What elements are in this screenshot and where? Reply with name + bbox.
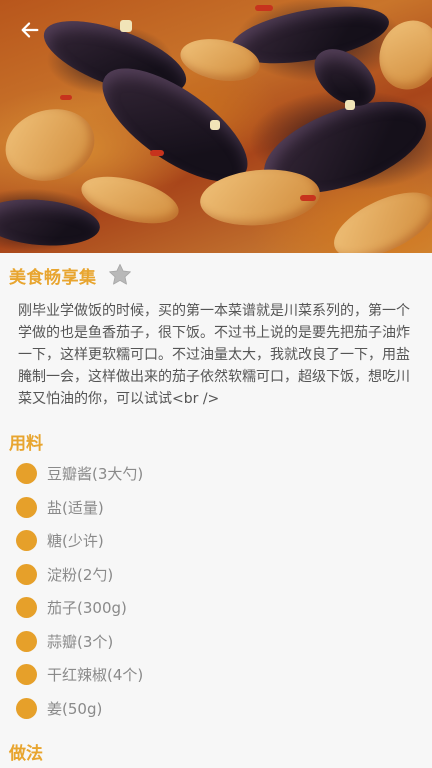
ingredient-item: 蒜瓣(3个): [16, 625, 416, 659]
recipe-intro: 刚毕业学做饭的时候，买的第一本菜谱就是川菜系列的，第一个学做的也是鱼香茄子，很下…: [18, 303, 410, 407]
ingredient-label: 姜(50g): [47, 699, 103, 718]
ingredient-label: 淀粉(2勺): [47, 565, 114, 584]
bullet-dot-icon: [16, 597, 37, 619]
ingredient-label: 蒜瓣(3个): [47, 632, 114, 651]
bullet-dot-icon: [16, 563, 37, 585]
bullet-dot-icon: [16, 463, 37, 485]
bullet-dot-icon: [16, 630, 37, 652]
ingredient-label: 茄子(300g): [47, 599, 127, 618]
ingredient-label: 糖(少许): [47, 532, 104, 551]
bullet-dot-icon: [16, 496, 37, 518]
ingredient-label: 豆瓣酱(3大勺): [47, 465, 144, 484]
ingredient-list: 豆瓣酱(3大勺) 盐(适量) 糖(少许) 淀粉(2勺) 茄子(300g) 蒜瓣(…: [16, 457, 416, 725]
ingredient-item: 姜(50g): [16, 692, 416, 726]
star-icon: [108, 263, 131, 285]
ingredient-item: 淀粉(2勺): [16, 558, 416, 592]
recipe-title: 美食畅享集: [9, 267, 97, 288]
ingredient-label: 盐(适量): [47, 498, 104, 517]
bullet-dot-icon: [16, 664, 37, 686]
recipe-hero-image: [0, 0, 432, 253]
bullet-dot-icon: [16, 530, 37, 552]
ingredient-item: 豆瓣酱(3大勺): [16, 457, 416, 491]
ingredient-item: 茄子(300g): [16, 591, 416, 625]
method-heading: 做法: [9, 744, 43, 764]
ingredient-item: 盐(适量): [16, 491, 416, 525]
recipe-detail-page: 美食畅享集 刚毕业学做饭的时候，买的第一本菜谱就是川菜系列的，第一个学做的也是鱼…: [0, 0, 432, 768]
favorite-button[interactable]: [107, 262, 133, 288]
arrow-left-icon: [21, 22, 39, 38]
ingredient-label: 干红辣椒(4个): [47, 666, 144, 685]
ingredient-item: 糖(少许): [16, 524, 416, 558]
bullet-dot-icon: [16, 697, 37, 719]
title-row: 美食畅享集: [0, 253, 432, 297]
back-button[interactable]: [14, 14, 46, 46]
ingredient-item: 干红辣椒(4个): [16, 658, 416, 692]
ingredients-heading: 用料: [9, 434, 43, 454]
